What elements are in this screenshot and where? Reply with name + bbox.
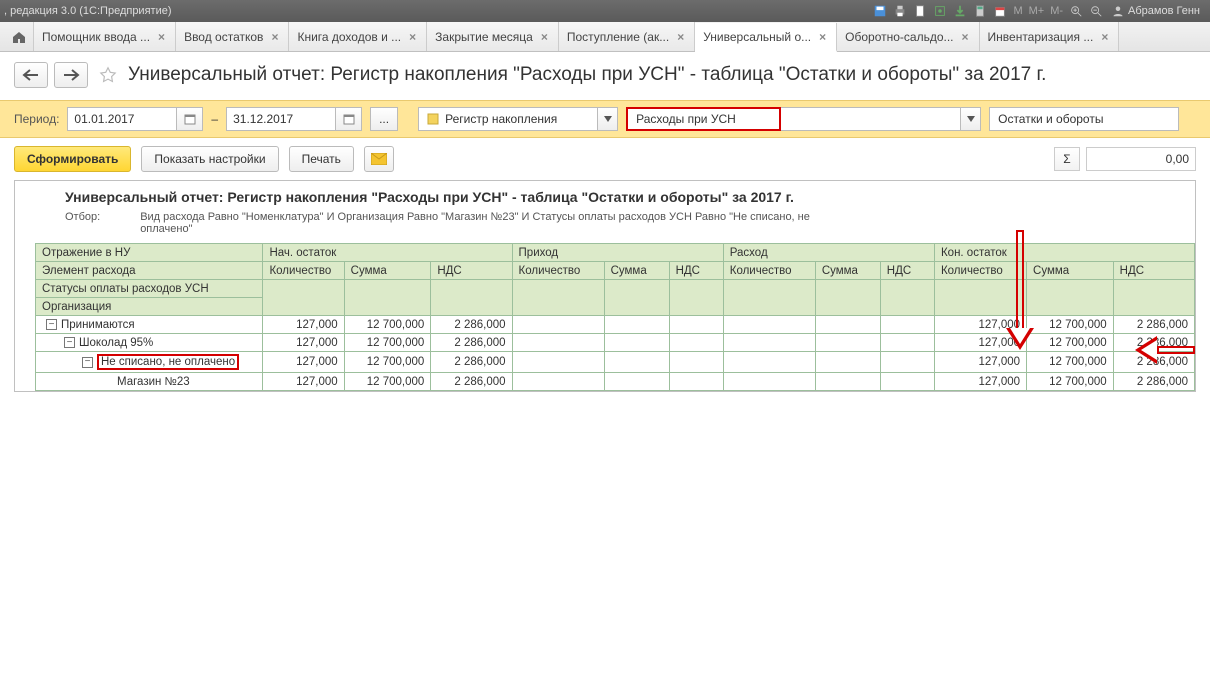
register-type-drop[interactable] <box>598 107 618 131</box>
tab-3[interactable]: Закрытие месяца × <box>427 22 559 51</box>
tab-label: Закрытие месяца <box>435 30 533 44</box>
home-tab[interactable] <box>4 22 34 51</box>
tab-close-icon[interactable]: × <box>156 30 167 44</box>
tab-6[interactable]: Оборотно-сальдо... × <box>837 22 979 51</box>
calendar-icon[interactable] <box>991 2 1009 20</box>
tab-label: Поступление (ак... <box>567 30 669 44</box>
zoom-in-icon[interactable] <box>1067 2 1085 20</box>
register-name-drop[interactable] <box>961 107 981 131</box>
row-label: Принимаются <box>61 319 135 331</box>
favorite-icon[interactable] <box>98 65 118 85</box>
preview-icon[interactable] <box>931 2 949 20</box>
tabbar: Помощник ввода ...×Ввод остатков×Книга д… <box>0 22 1210 52</box>
tab-close-icon[interactable]: × <box>269 30 280 44</box>
hdr-status: Статусы оплаты расходов УСН <box>36 280 263 298</box>
register-type-select[interactable]: Регистр накопления <box>418 107 598 131</box>
show-settings-button[interactable]: Показать настройки <box>141 146 278 172</box>
hdr-kon: Кон. остаток <box>934 244 1194 262</box>
generate-button[interactable]: Сформировать <box>14 146 131 172</box>
period-to-calendar[interactable] <box>336 107 362 131</box>
tree-toggle[interactable]: − <box>64 337 75 348</box>
nav-row: Универсальный отчет: Регистр накопления … <box>0 52 1210 92</box>
forward-button[interactable] <box>54 62 88 88</box>
titlebar: , редакция 3.0 (1С:Предприятие) M M+ M- … <box>0 0 1210 22</box>
tab-label: Универсальный о... <box>703 30 811 44</box>
user-name: Абрамов Генн <box>1128 5 1200 17</box>
filter-value: Вид расхода Равно "Номенклатура" И Орган… <box>140 211 820 235</box>
m-button[interactable]: M <box>1010 5 1025 17</box>
period-to-input[interactable]: 31.12.2017 <box>226 107 336 131</box>
report-table: Отражение в НУ Нач. остаток Приход Расхо… <box>35 243 1195 391</box>
sum-button[interactable]: Σ <box>1054 147 1080 171</box>
hdr-elem: Элемент расхода <box>36 262 263 280</box>
calc-icon[interactable] <box>971 2 989 20</box>
tab-label: Оборотно-сальдо... <box>845 30 953 44</box>
period-from-input[interactable]: 01.01.2017 <box>67 107 177 131</box>
table-row[interactable]: −Не списано, не оплачено127,00012 700,00… <box>36 352 1195 373</box>
tab-close-icon[interactable]: × <box>1099 30 1110 44</box>
row-label: Шоколад 95% <box>79 337 153 349</box>
period-from-calendar[interactable] <box>177 107 203 131</box>
table-row[interactable]: −Принимаются127,00012 700,0002 286,00012… <box>36 316 1195 334</box>
register-name-select[interactable]: Расходы при УСН <box>626 107 781 131</box>
sum-display: 0,00 <box>1086 147 1196 171</box>
register-name-ext[interactable] <box>781 107 961 131</box>
tab-label: Помощник ввода ... <box>42 30 150 44</box>
tree-toggle[interactable]: − <box>46 319 57 330</box>
period-select-button[interactable]: ... <box>370 107 398 131</box>
tab-close-icon[interactable]: × <box>539 30 550 44</box>
tab-0[interactable]: Помощник ввода ... × <box>34 22 176 51</box>
table-row[interactable]: Магазин №23127,00012 700,0002 286,000127… <box>36 373 1195 391</box>
hdr-otr: Отражение в НУ <box>36 244 263 262</box>
tab-4[interactable]: Поступление (ак... × <box>559 22 695 51</box>
print-button[interactable]: Печать <box>289 146 354 172</box>
hdr-org: Организация <box>36 298 263 316</box>
zoom-out-icon[interactable] <box>1087 2 1105 20</box>
filter-bar: Период: 01.01.2017 – 31.12.2017 ... Реги… <box>0 100 1210 138</box>
export-icon[interactable] <box>951 2 969 20</box>
print-icon[interactable] <box>891 2 909 20</box>
tab-close-icon[interactable]: × <box>960 30 971 44</box>
mail-button[interactable] <box>364 146 394 172</box>
tree-toggle[interactable]: − <box>82 357 93 368</box>
period-dash: – <box>211 112 218 126</box>
filter-label: Отбор: <box>65 211 100 235</box>
back-button[interactable] <box>14 62 48 88</box>
page-title: Универсальный отчет: Регистр накопления … <box>128 64 1046 86</box>
hdr-prihod: Приход <box>512 244 723 262</box>
table-select[interactable]: Остатки и обороты <box>989 107 1179 131</box>
table-row[interactable]: −Шоколад 95%127,00012 700,0002 286,00012… <box>36 334 1195 352</box>
row-label: Не списано, не оплачено <box>97 354 239 370</box>
tab-close-icon[interactable]: × <box>675 30 686 44</box>
save-icon[interactable] <box>871 2 889 20</box>
report-title: Универсальный отчет: Регистр накопления … <box>65 189 1145 205</box>
tab-7[interactable]: Инвентаризация ... × <box>980 22 1120 51</box>
tab-close-icon[interactable]: × <box>817 30 828 44</box>
doc-icon[interactable] <box>911 2 929 20</box>
user-label[interactable]: Абрамов Генн <box>1106 5 1206 17</box>
m-minus-button[interactable]: M- <box>1047 5 1066 17</box>
app-title: , редакция 3.0 (1С:Предприятие) <box>4 5 172 17</box>
action-bar: Сформировать Показать настройки Печать Σ… <box>0 138 1210 180</box>
hdr-rashod: Расход <box>723 244 934 262</box>
tab-2[interactable]: Книга доходов и ... × <box>289 22 427 51</box>
report-area: Универсальный отчет: Регистр накопления … <box>14 180 1196 392</box>
period-label: Период: <box>14 112 59 126</box>
row-label: Магазин №23 <box>117 376 190 388</box>
tab-label: Ввод остатков <box>184 30 263 44</box>
tab-5[interactable]: Универсальный о... × <box>695 23 837 52</box>
tab-label: Книга доходов и ... <box>297 30 401 44</box>
hdr-nach: Нач. остаток <box>263 244 512 262</box>
m-plus-button[interactable]: M+ <box>1026 5 1048 17</box>
tab-1[interactable]: Ввод остатков × <box>176 22 289 51</box>
tab-label: Инвентаризация ... <box>988 30 1094 44</box>
tab-close-icon[interactable]: × <box>407 30 418 44</box>
